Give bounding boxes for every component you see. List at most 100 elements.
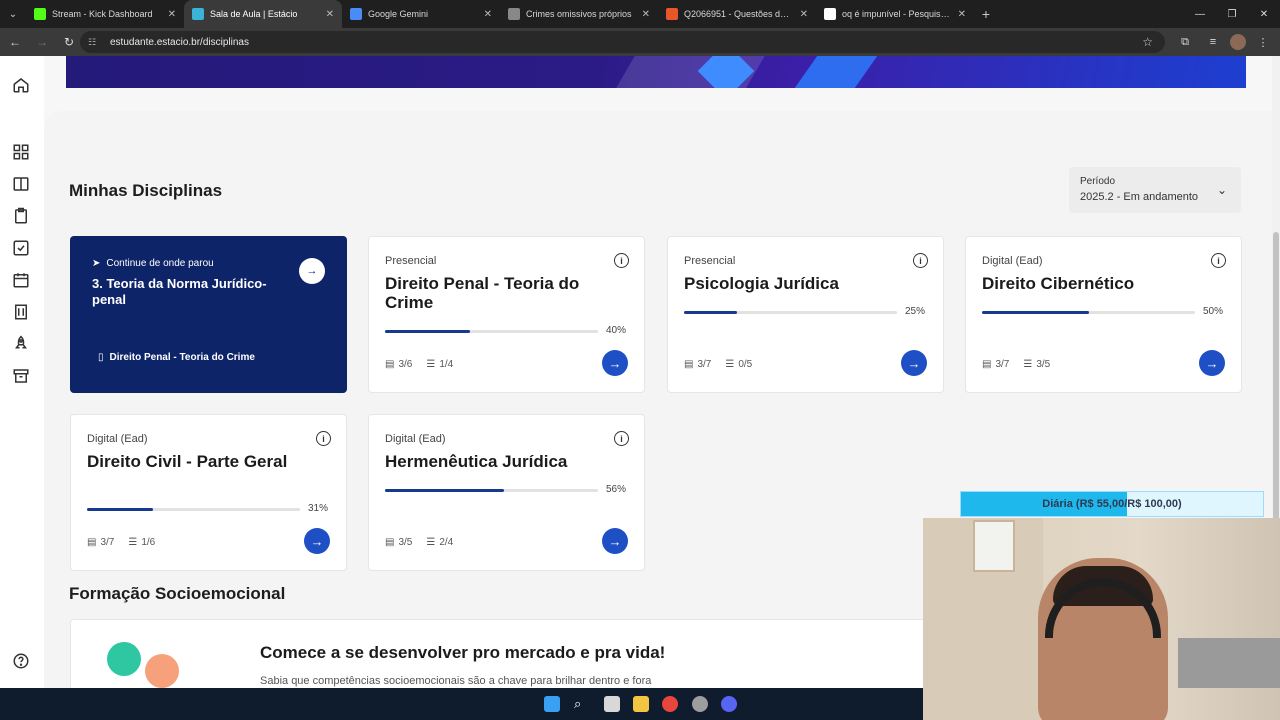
- browser-tab[interactable]: Google Gemini ✕: [342, 0, 500, 28]
- continue-arrow-button[interactable]: →: [299, 258, 325, 284]
- browser-tab[interactable]: Stream - Kick Dashboard ✕: [26, 0, 184, 28]
- restore-icon[interactable]: ❐: [1216, 0, 1248, 28]
- info-icon[interactable]: i: [913, 253, 928, 268]
- open-discipline-button[interactable]: →: [1199, 350, 1225, 376]
- browser-tab[interactable]: Crimes omissivos próprios ✕: [500, 0, 658, 28]
- discipline-stats: ▤ 3/5 ☰ 2/4: [385, 537, 453, 548]
- minimize-icon[interactable]: —: [1184, 0, 1216, 28]
- progress-bar: [684, 311, 897, 314]
- tasks-stat: ☰ 0/5: [725, 359, 752, 370]
- tasks-count: 1/6: [141, 537, 156, 548]
- calendar-icon[interactable]: [12, 271, 30, 289]
- grid-icon[interactable]: [12, 143, 30, 161]
- close-tab-icon[interactable]: ✕: [326, 9, 334, 20]
- contents-count: 3/7: [995, 359, 1010, 370]
- continue-card[interactable]: ➤ Continue de onde parou 3. Teoria da No…: [70, 236, 347, 393]
- building-icon[interactable]: [12, 303, 30, 321]
- open-discipline-button[interactable]: →: [901, 350, 927, 376]
- new-tab-button[interactable]: +: [974, 0, 998, 28]
- address-bar[interactable]: ☷ estudante.estacio.br/disciplinas ☆: [80, 31, 1165, 53]
- discipline-stats: ▤ 3/6 ☰ 1/4: [385, 359, 453, 370]
- windows-start-icon[interactable]: [544, 696, 560, 712]
- discipline-card[interactable]: Digital (Ead) i Hermenêutica Jurídica 56% ▤ 3…: [368, 414, 645, 571]
- contents-stat: ▤ 3/7: [684, 359, 711, 370]
- back-icon[interactable]: ←: [3, 30, 27, 54]
- search-icon[interactable]: ⌕: [574, 696, 590, 712]
- checklist-icon[interactable]: [12, 239, 30, 257]
- book-icon: ▤: [385, 359, 395, 370]
- open-discipline-button[interactable]: →: [602, 528, 628, 554]
- contents-stat: ▤ 3/7: [982, 359, 1009, 370]
- help-icon[interactable]: [12, 652, 30, 670]
- tab-title: oq é impunível - Pesquisa Goo: [842, 9, 952, 19]
- close-tab-icon[interactable]: ✕: [958, 9, 966, 20]
- hero-banner: [66, 56, 1246, 88]
- open-discipline-button[interactable]: →: [602, 350, 628, 376]
- browser-tab[interactable]: Q2066951 - Questões de Conc ✕: [658, 0, 816, 28]
- period-select[interactable]: Período 2025.2 - Em andamento ⌄: [1069, 167, 1241, 213]
- profile-avatar[interactable]: [1230, 34, 1246, 50]
- wall-picture: [973, 520, 1015, 572]
- tab-title: Stream - Kick Dashboard: [52, 9, 153, 19]
- daily-goal-bar: Diária (R$ 55,00/R$ 100,00): [960, 491, 1264, 517]
- close-tab-icon[interactable]: ✕: [168, 9, 176, 20]
- extensions-icon[interactable]: ⧉: [1174, 31, 1196, 53]
- reload-icon[interactable]: ↻: [57, 30, 81, 54]
- clipboard-icon[interactable]: [12, 207, 30, 225]
- progress-percent: 31%: [307, 503, 328, 514]
- forward-icon[interactable]: →: [30, 30, 54, 54]
- discipline-modality: Presencial: [385, 255, 437, 267]
- book-icon[interactable]: [12, 175, 30, 193]
- list-icon: ☰: [1023, 359, 1033, 370]
- open-discipline-button[interactable]: →: [304, 528, 330, 554]
- file-explorer-icon[interactable]: [633, 696, 649, 712]
- bookmark-star-icon[interactable]: ☆: [1142, 35, 1153, 49]
- socio-card[interactable]: Comece a se desenvolver pro mercado e pr…: [70, 619, 930, 688]
- close-window-icon[interactable]: ✕: [1248, 0, 1280, 28]
- task-view-icon[interactable]: [604, 696, 620, 712]
- close-tab-icon[interactable]: ✕: [484, 9, 492, 20]
- continue-eyebrow: ➤ Continue de onde parou: [92, 258, 214, 269]
- socio-headline: Comece a se desenvolver pro mercado e pr…: [260, 643, 666, 662]
- browser-tab-bar: ⌄ Stream - Kick Dashboard ✕ Sala de Aula |…: [0, 0, 1280, 28]
- close-tab-icon[interactable]: ✕: [642, 9, 650, 20]
- discipline-modality: Digital (Ead): [87, 433, 148, 445]
- discipline-name: Direito Cibernético: [982, 274, 1135, 293]
- progress-percent: 40%: [605, 325, 626, 336]
- discipline-card[interactable]: Digital (Ead) i Direito Civil - Parte Gera…: [70, 414, 347, 571]
- progress-fill: [684, 311, 738, 314]
- chrome-icon[interactable]: [662, 696, 678, 712]
- discord-icon[interactable]: [721, 696, 737, 712]
- discipline-card[interactable]: Presencial i Direito Penal - Teoria do Cri…: [368, 236, 645, 393]
- discipline-card[interactable]: Digital (Ead) i Direito Cibernético 50% ▤ 3/7…: [965, 236, 1242, 393]
- socio-body: Sabia que competências socioemocionais s…: [260, 675, 652, 687]
- app-icon[interactable]: [692, 696, 708, 712]
- tasks-count: 0/5: [738, 359, 753, 370]
- daily-goal-label: Diária (R$ 55,00/R$ 100,00): [1042, 498, 1182, 510]
- close-tab-icon[interactable]: ✕: [800, 9, 808, 20]
- contents-stat: ▤ 3/5: [385, 537, 412, 548]
- site-info-icon[interactable]: ☷: [88, 37, 100, 48]
- info-icon[interactable]: i: [614, 431, 629, 446]
- info-icon[interactable]: i: [1211, 253, 1226, 268]
- reading-list-icon[interactable]: ≡: [1202, 31, 1224, 53]
- home-icon[interactable]: [12, 76, 30, 94]
- rocket-icon[interactable]: [12, 335, 30, 353]
- navigation-arrow-icon: ➤: [92, 258, 101, 269]
- progress-percent: 25%: [904, 306, 925, 317]
- progress-fill: [982, 311, 1089, 314]
- app-sidebar: [0, 56, 44, 688]
- progress-fill: [385, 489, 505, 492]
- browser-tab[interactable]: Sala de Aula | Estácio ✕: [184, 0, 342, 28]
- info-icon[interactable]: i: [316, 431, 331, 446]
- info-icon[interactable]: i: [614, 253, 629, 268]
- progress-percent: 56%: [605, 484, 626, 495]
- archive-icon[interactable]: [12, 367, 30, 385]
- browser-menu-icon[interactable]: ⋮: [1252, 31, 1274, 53]
- progress-bar: [385, 330, 598, 333]
- browser-tab[interactable]: oq é impunível - Pesquisa Goo ✕: [816, 0, 974, 28]
- discipline-card[interactable]: Presencial i Psicologia Jurídica 25% ▤ 3/7 ☰ 0/…: [667, 236, 944, 393]
- tab-search-icon[interactable]: ⌄: [0, 0, 26, 28]
- contents-stat: ▤ 3/7: [87, 537, 114, 548]
- scrollbar-thumb[interactable]: [1273, 232, 1279, 562]
